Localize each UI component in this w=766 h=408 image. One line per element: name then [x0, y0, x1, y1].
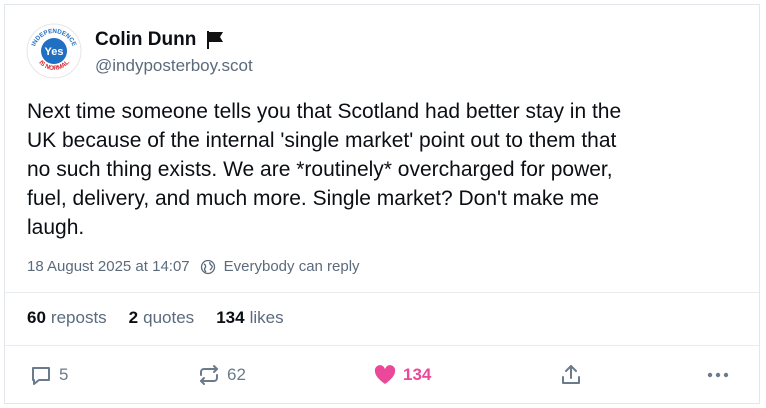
- reposts-label: reposts: [50, 308, 107, 327]
- quotes-stat[interactable]: 2 quotes: [129, 308, 195, 328]
- author-display-name[interactable]: Colin Dunn: [95, 29, 196, 51]
- reposts-count: 60: [27, 308, 46, 327]
- quotes-count: 2: [128, 308, 139, 327]
- action-bar: 5 62 134: [5, 359, 759, 395]
- repost-count: 62: [227, 365, 246, 384]
- more-icon: [705, 363, 731, 387]
- reply-icon: [29, 363, 53, 387]
- avatar[interactable]: Yes INDEPENDENCE IS NORMAL: [26, 23, 82, 79]
- post-meta: 18 August 2025 at 14:07 Everybody can re…: [27, 258, 360, 275]
- likes-stat[interactable]: 134 likes: [216, 308, 283, 328]
- reply-count: 5: [59, 365, 69, 384]
- likes-count: 134: [216, 308, 245, 327]
- like-count: 134: [403, 365, 432, 384]
- divider-top: [5, 292, 759, 293]
- avatar-yes-text: Yes: [45, 46, 64, 58]
- likes-label: likes: [249, 308, 284, 327]
- divider-bottom: [5, 345, 759, 346]
- like-button[interactable]: 134: [373, 363, 431, 387]
- reply-setting[interactable]: Everybody can reply: [224, 258, 360, 275]
- post-timestamp[interactable]: 18 August 2025 at 14:07: [27, 258, 190, 275]
- post-stats: 60 reposts 2 quotes 134 likes: [27, 308, 284, 328]
- quotes-label: quotes: [143, 308, 195, 327]
- reposts-stat[interactable]: 60 reposts: [27, 308, 107, 328]
- repost-icon: [197, 363, 221, 387]
- author-handle[interactable]: @indyposterboy.scot: [95, 56, 253, 76]
- post-card: Yes INDEPENDENCE IS NORMAL Colin Dunn @i…: [4, 4, 760, 404]
- globe-icon: [200, 259, 216, 275]
- author-name-row: Colin Dunn: [95, 29, 226, 51]
- heart-icon: [373, 363, 397, 387]
- black-flag-icon: [204, 29, 226, 51]
- repost-button[interactable]: 62: [197, 363, 246, 387]
- more-options-button[interactable]: [705, 363, 731, 387]
- share-button[interactable]: [559, 363, 583, 387]
- post-text: Next time someone tells you that Scotlan…: [27, 100, 622, 239]
- share-icon: [559, 363, 583, 387]
- reply-button[interactable]: 5: [29, 363, 68, 387]
